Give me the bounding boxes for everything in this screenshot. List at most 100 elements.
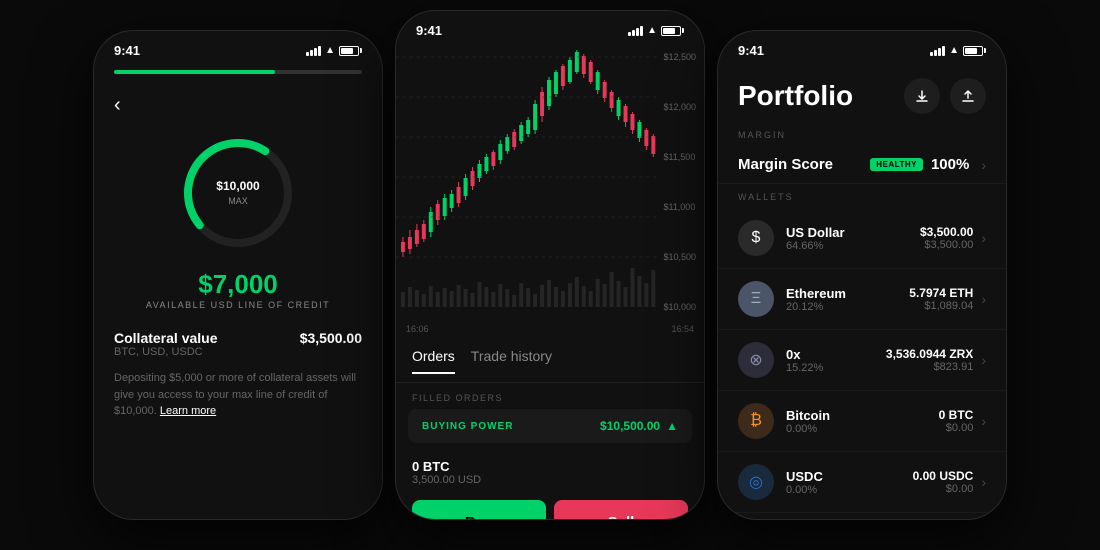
collateral-subtitle: BTC, USD, USDC: [114, 346, 218, 358]
wallet-chevron-icon-0: ›: [981, 230, 986, 246]
wallet-usd-2: $823.91: [886, 361, 973, 373]
time-right: 9:41: [738, 43, 764, 58]
wallet-item[interactable]: ₿ Bitcoin 0.00% 0 BTC $0.00 ›: [718, 391, 1006, 452]
buying-power-label: BUYING POWER: [422, 421, 513, 432]
wallet-amount-0: $3,500.00: [920, 225, 973, 239]
wallet-name-3: Bitcoin: [786, 408, 939, 423]
wallet-info-3: Bitcoin 0.00%: [786, 408, 939, 435]
available-credit-amount: $7,000: [114, 269, 362, 300]
wallet-amount-3: 0 BTC: [939, 408, 974, 422]
available-credit-label: AVAILABLE USD LINE OF CREDIT: [114, 300, 362, 310]
filled-orders-label: FILLED ORDERS: [396, 383, 704, 409]
wallet-usd-4: $0.00: [913, 483, 974, 495]
wallet-icon-0: $: [738, 220, 774, 256]
time-labels: 16:06 16:54: [396, 322, 704, 336]
wallet-balance-3: 0 BTC $0.00: [939, 408, 974, 434]
status-icons-left: ▲: [306, 45, 362, 56]
wallet-icon-2: ⊗: [738, 342, 774, 378]
wallet-usd-3: $0.00: [939, 422, 974, 434]
wifi-icon: ▲: [325, 45, 335, 56]
wallet-usd-0: $3,500.00: [920, 239, 973, 251]
tab-trade-history[interactable]: Trade history: [471, 348, 552, 374]
buying-power-value: $10,500.00: [600, 419, 660, 433]
wallet-chevron-icon-2: ›: [981, 352, 986, 368]
order-btc: 0 BTC: [412, 459, 481, 474]
wallet-pct-2: 15.22%: [786, 362, 886, 374]
wallet-info-1: Ethereum 20.12%: [786, 286, 909, 313]
status-icons-right: ▲: [930, 45, 986, 56]
wallet-chevron-icon-1: ›: [981, 291, 986, 307]
battery-icon-mid: [661, 26, 684, 36]
credit-info-text: Depositing $5,000 or more of collateral …: [114, 370, 362, 420]
wallet-name-4: USDC: [786, 469, 913, 484]
portfolio-title: Portfolio: [738, 80, 853, 112]
price-chart: $12,500 $12,000 $11,500 $11,000 $10,500 …: [396, 42, 704, 322]
wallet-item[interactable]: Ξ Ethereum 20.12% 5.7974 ETH $1,089.04 ›: [718, 269, 1006, 330]
orders-tabs: Orders Trade history: [396, 336, 704, 383]
home-indicator-right: [718, 513, 1006, 520]
wallets-section-label: WALLETS: [718, 184, 1006, 208]
wallet-pct-1: 20.12%: [786, 301, 909, 313]
time-left: 9:41: [114, 43, 140, 58]
margin-score-label: Margin Score: [738, 156, 833, 173]
portfolio-header: Portfolio: [718, 62, 1006, 122]
wifi-icon-right: ▲: [949, 45, 959, 56]
price-labels: $12,500 $12,000 $11,500 $11,000 $10,500 …: [663, 42, 696, 322]
wallet-info-2: 0x 15.22%: [786, 347, 886, 374]
wallet-icon-1: Ξ: [738, 281, 774, 317]
portfolio-action-icons: [904, 78, 986, 114]
phone-left: 9:41 ▲ ‹: [93, 30, 383, 520]
collateral-title: Collateral value: [114, 330, 218, 346]
wallet-item[interactable]: ⊗ 0x 15.22% 3,536.0944 ZRX $823.91 ›: [718, 330, 1006, 391]
order-usd-amount: 3,500.00 USD: [412, 474, 481, 486]
progress-fill: [114, 70, 275, 74]
back-button[interactable]: ‹: [114, 94, 362, 117]
buying-power-bar: BUYING POWER $10,500.00 ▲: [408, 409, 692, 443]
wallet-icon-3: ₿: [738, 403, 774, 439]
wallets-list: $ US Dollar 64.66% $3,500.00 $3,500.00 ›…: [718, 208, 1006, 513]
signal-icon-mid: [628, 26, 643, 36]
wallet-pct-0: 64.66%: [786, 240, 920, 252]
download-button[interactable]: [904, 78, 940, 114]
margin-chevron-icon: ›: [981, 157, 986, 173]
wallet-balance-4: 0.00 USDC $0.00: [913, 469, 974, 495]
margin-score-pct: 100%: [931, 156, 969, 173]
order-row: 0 BTC 3,500.00 USD: [396, 453, 704, 492]
status-bar-right: 9:41 ▲: [718, 31, 1006, 62]
time-middle: 9:41: [416, 23, 442, 38]
buy-button[interactable]: Buy: [412, 500, 546, 520]
learn-more-link[interactable]: Learn more: [160, 405, 216, 417]
phone-middle: 9:41 ▲: [395, 10, 705, 520]
phone-right: 9:41 ▲ Portfolio: [717, 30, 1007, 520]
collateral-row: Collateral value BTC, USD, USDC $3,500.0…: [114, 330, 362, 358]
wallet-item[interactable]: $ US Dollar 64.66% $3,500.00 $3,500.00 ›: [718, 208, 1006, 269]
wallet-name-1: Ethereum: [786, 286, 909, 301]
sell-button[interactable]: Sell: [554, 500, 688, 520]
margin-score-row[interactable]: Margin Score HEALTHY 100% ›: [718, 146, 1006, 184]
upload-button[interactable]: [950, 78, 986, 114]
wifi-icon-mid: ▲: [647, 25, 657, 36]
wallet-usd-1: $1,089.04: [909, 300, 973, 312]
wallet-amount-4: 0.00 USDC: [913, 469, 974, 483]
margin-score-right: HEALTHY 100% ›: [870, 156, 986, 173]
wallet-chevron-icon-3: ›: [981, 413, 986, 429]
svg-text:MAX: MAX: [228, 196, 248, 206]
status-bar-left: 9:41 ▲: [94, 31, 382, 62]
status-icons-middle: ▲: [628, 25, 684, 36]
signal-icon-right: [930, 46, 945, 56]
trade-buttons: Buy Sell: [396, 496, 704, 520]
wallet-name-0: US Dollar: [786, 225, 920, 240]
collateral-value: $3,500.00: [300, 330, 362, 346]
signal-icon: [306, 46, 321, 56]
credit-gauge: $10,000 MAX: [114, 133, 362, 253]
wallet-chevron-icon-4: ›: [981, 474, 986, 490]
chevron-up-icon: ▲: [666, 419, 678, 433]
wallet-item[interactable]: ◎ USDC 0.00% 0.00 USDC $0.00 ›: [718, 452, 1006, 513]
progress-bar: [114, 70, 362, 74]
wallet-balance-0: $3,500.00 $3,500.00: [920, 225, 973, 251]
healthy-badge: HEALTHY: [870, 158, 923, 171]
wallet-pct-4: 0.00%: [786, 484, 913, 496]
wallet-name-2: 0x: [786, 347, 886, 362]
tab-orders[interactable]: Orders: [412, 348, 455, 374]
wallet-info-4: USDC 0.00%: [786, 469, 913, 496]
